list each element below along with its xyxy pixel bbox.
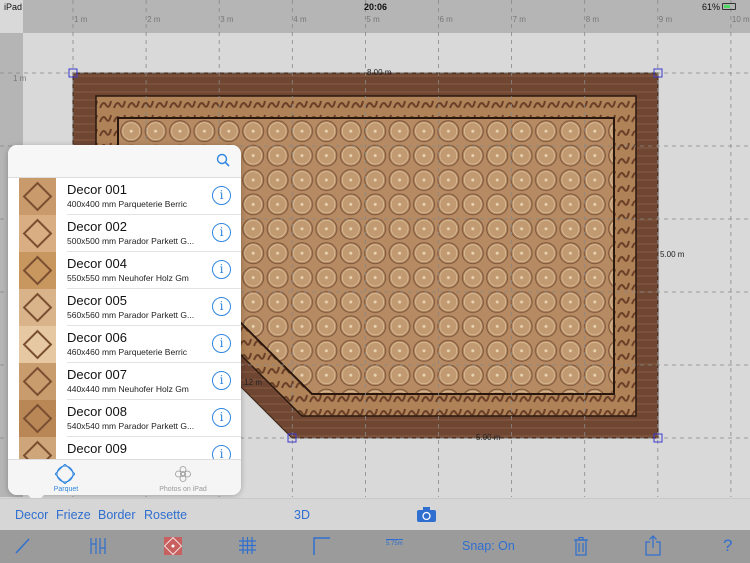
decor-thumbnail [19, 215, 56, 252]
border-button[interactable]: Border [98, 508, 136, 522]
ruler-x-label: 4 m [293, 15, 307, 24]
tab-label: Parquet [53, 486, 79, 493]
popover-header [8, 145, 241, 178]
rosette-button[interactable]: Rosette [144, 508, 187, 522]
decor-name: Decor 007 [67, 367, 127, 382]
tab-photos-on-ipad[interactable]: Photos on iPad [125, 460, 241, 495]
grid-icon[interactable] [239, 537, 256, 554]
device-label: iPad [4, 2, 23, 12]
battery-percent: 61% [702, 2, 721, 12]
search-icon[interactable] [216, 153, 230, 167]
decor-thumbnail [19, 289, 56, 326]
battery-icon [722, 3, 736, 10]
help-button[interactable]: ? [723, 536, 732, 556]
decor-list-item[interactable]: Decor 001 400x400 mm Parqueterie Berric i [8, 178, 241, 215]
decor-list-item[interactable]: Decor 005 560x560 mm Parador Parkett G...… [8, 289, 241, 326]
decor-thumbnail [19, 326, 56, 363]
parquet-icon [55, 464, 75, 484]
popover-tab-bar: Parquet Photos on iPad [8, 459, 241, 495]
ruler-x-label: 3 m [220, 15, 234, 24]
clock: 20:06 [364, 2, 388, 12]
info-icon[interactable]: i [212, 408, 231, 427]
decor-detail: 460x460 mm Parqueterie Berric [67, 347, 188, 357]
camera-icon[interactable] [417, 507, 436, 522]
ruler-x-label: 10 m [731, 15, 750, 24]
info-icon[interactable]: i [212, 334, 231, 353]
decor-list-item[interactable]: Decor 007 440x440 mm Neuhofer Holz Gm i [8, 363, 241, 400]
frieze-button[interactable]: Frieze [56, 508, 91, 522]
ruler-x-label: 8 m [585, 15, 600, 24]
ruler-x-label: 7 m [512, 15, 526, 24]
columns-tool-icon[interactable] [89, 537, 107, 555]
dim-right: 5.00 m [660, 250, 685, 259]
decor-name: Decor 006 [67, 330, 127, 345]
ruler-x-label: 9 m [658, 15, 673, 24]
category-toolbar: Decor Frieze Border Rosette 3D [0, 498, 750, 530]
decor-name: Decor 008 [67, 404, 127, 419]
photos-icon [175, 466, 191, 482]
measure-button[interactable]: 5.75m [386, 539, 403, 547]
ruler-x-label: 2 m [147, 15, 161, 24]
info-icon[interactable]: i [212, 260, 231, 279]
decor-name: Decor 009 [67, 441, 127, 456]
ruler-x-label: 5 m [366, 15, 380, 24]
info-icon[interactable]: i [212, 223, 231, 242]
decor-name: Decor 002 [67, 219, 127, 234]
info-icon[interactable]: i [212, 371, 231, 390]
ruler-x-label: 1 m [74, 15, 88, 24]
decor-list-item[interactable]: Decor 004 550x550 mm Neuhofer Holz Gm i [8, 252, 241, 289]
decor-detail: 560x560 mm Parador Parkett G... [67, 310, 195, 320]
decor-list-item[interactable]: Decor 008 540x540 mm Parador Parkett G...… [8, 400, 241, 437]
decor-name: Decor 004 [67, 256, 127, 271]
decor-detail: 550x550 mm Neuhofer Holz Gm [67, 273, 189, 283]
dim-top: 8.00 m [367, 68, 392, 77]
decor-thumbnail [19, 400, 56, 437]
decor-detail: 400x400 mm Parqueterie Berric [67, 199, 188, 209]
dim-diagonal: .12 m [242, 378, 263, 387]
tab-label: Photos on iPad [159, 486, 207, 493]
tab-parquet[interactable]: Parquet [8, 460, 124, 495]
3d-view-button[interactable]: 3D [294, 508, 310, 522]
decor-thumbnail [19, 252, 56, 289]
wall-corner-icon[interactable] [313, 537, 331, 555]
decor-name: Decor 005 [67, 293, 127, 308]
decor-name: Decor 001 [67, 182, 127, 197]
ruler-y-label: 1 m [13, 74, 27, 83]
tools-toolbar: 5.75m Snap: On ? [0, 530, 750, 563]
info-icon[interactable]: i [212, 297, 231, 316]
decor-popover: Decor 001 400x400 mm Parqueterie Berric i D… [8, 145, 241, 495]
ruler-x-label: 6 m [439, 15, 453, 24]
share-icon[interactable] [645, 535, 661, 556]
decor-tool-icon[interactable] [164, 537, 182, 555]
decor-list-item[interactable]: Decor 002 500x500 mm Parador Parkett G...… [8, 215, 241, 252]
decor-button[interactable]: Decor [15, 508, 48, 522]
dim-bottom: 5.00 m [476, 433, 501, 442]
pencil-icon[interactable] [14, 537, 32, 555]
info-icon[interactable]: i [212, 186, 231, 205]
snap-toggle[interactable]: Snap: On [462, 539, 515, 553]
decor-list-item[interactable]: Decor 006 460x460 mm Parqueterie Berric i [8, 326, 241, 363]
decor-detail: 440x440 mm Neuhofer Holz Gm [67, 384, 189, 394]
trash-icon[interactable] [574, 537, 588, 556]
decor-thumbnail [19, 363, 56, 400]
decor-detail: 500x500 mm Parador Parkett G... [67, 236, 195, 246]
decor-thumbnail [19, 178, 56, 215]
decor-detail: 540x540 mm Parador Parkett G... [67, 421, 195, 431]
